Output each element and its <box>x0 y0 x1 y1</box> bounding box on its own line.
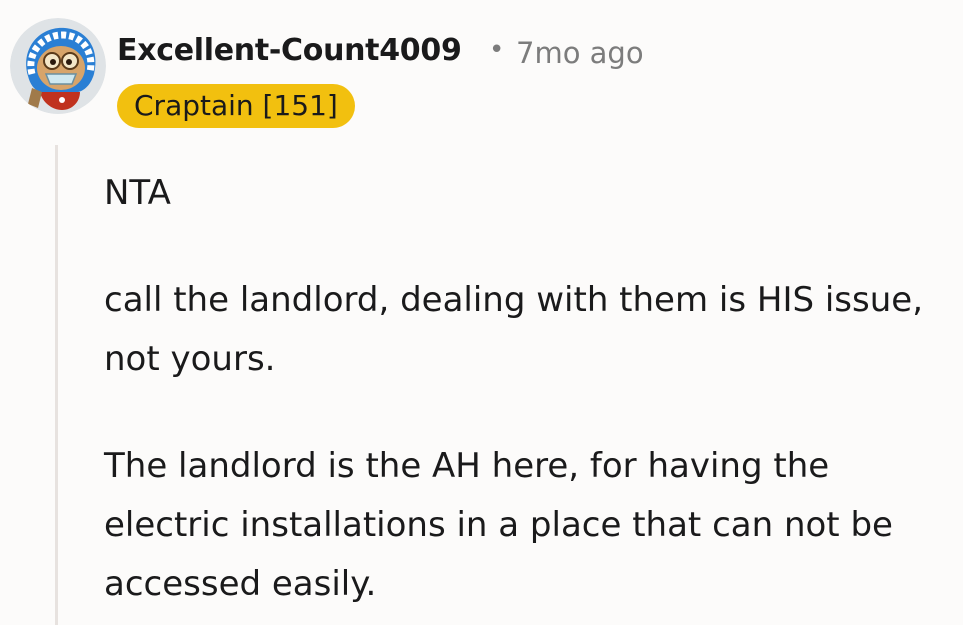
avatar[interactable] <box>10 18 106 114</box>
username-link[interactable]: Excellent-Count4009 <box>117 33 462 68</box>
separator-dot: • <box>489 35 505 65</box>
timestamp[interactable]: 7mo ago <box>516 36 644 70</box>
comment-paragraph: call the landlord, dealing with them is … <box>104 280 924 379</box>
comment-paragraph: The landlord is the AH here, for having … <box>104 446 893 604</box>
comment-body: NTA call the landlord, dealing with them… <box>104 164 959 614</box>
comment-paragraph: NTA <box>104 173 171 213</box>
snoo-avatar-icon <box>10 18 106 114</box>
thread-line[interactable] <box>55 145 58 625</box>
user-flair-badge: Craptain [151] <box>117 84 355 128</box>
